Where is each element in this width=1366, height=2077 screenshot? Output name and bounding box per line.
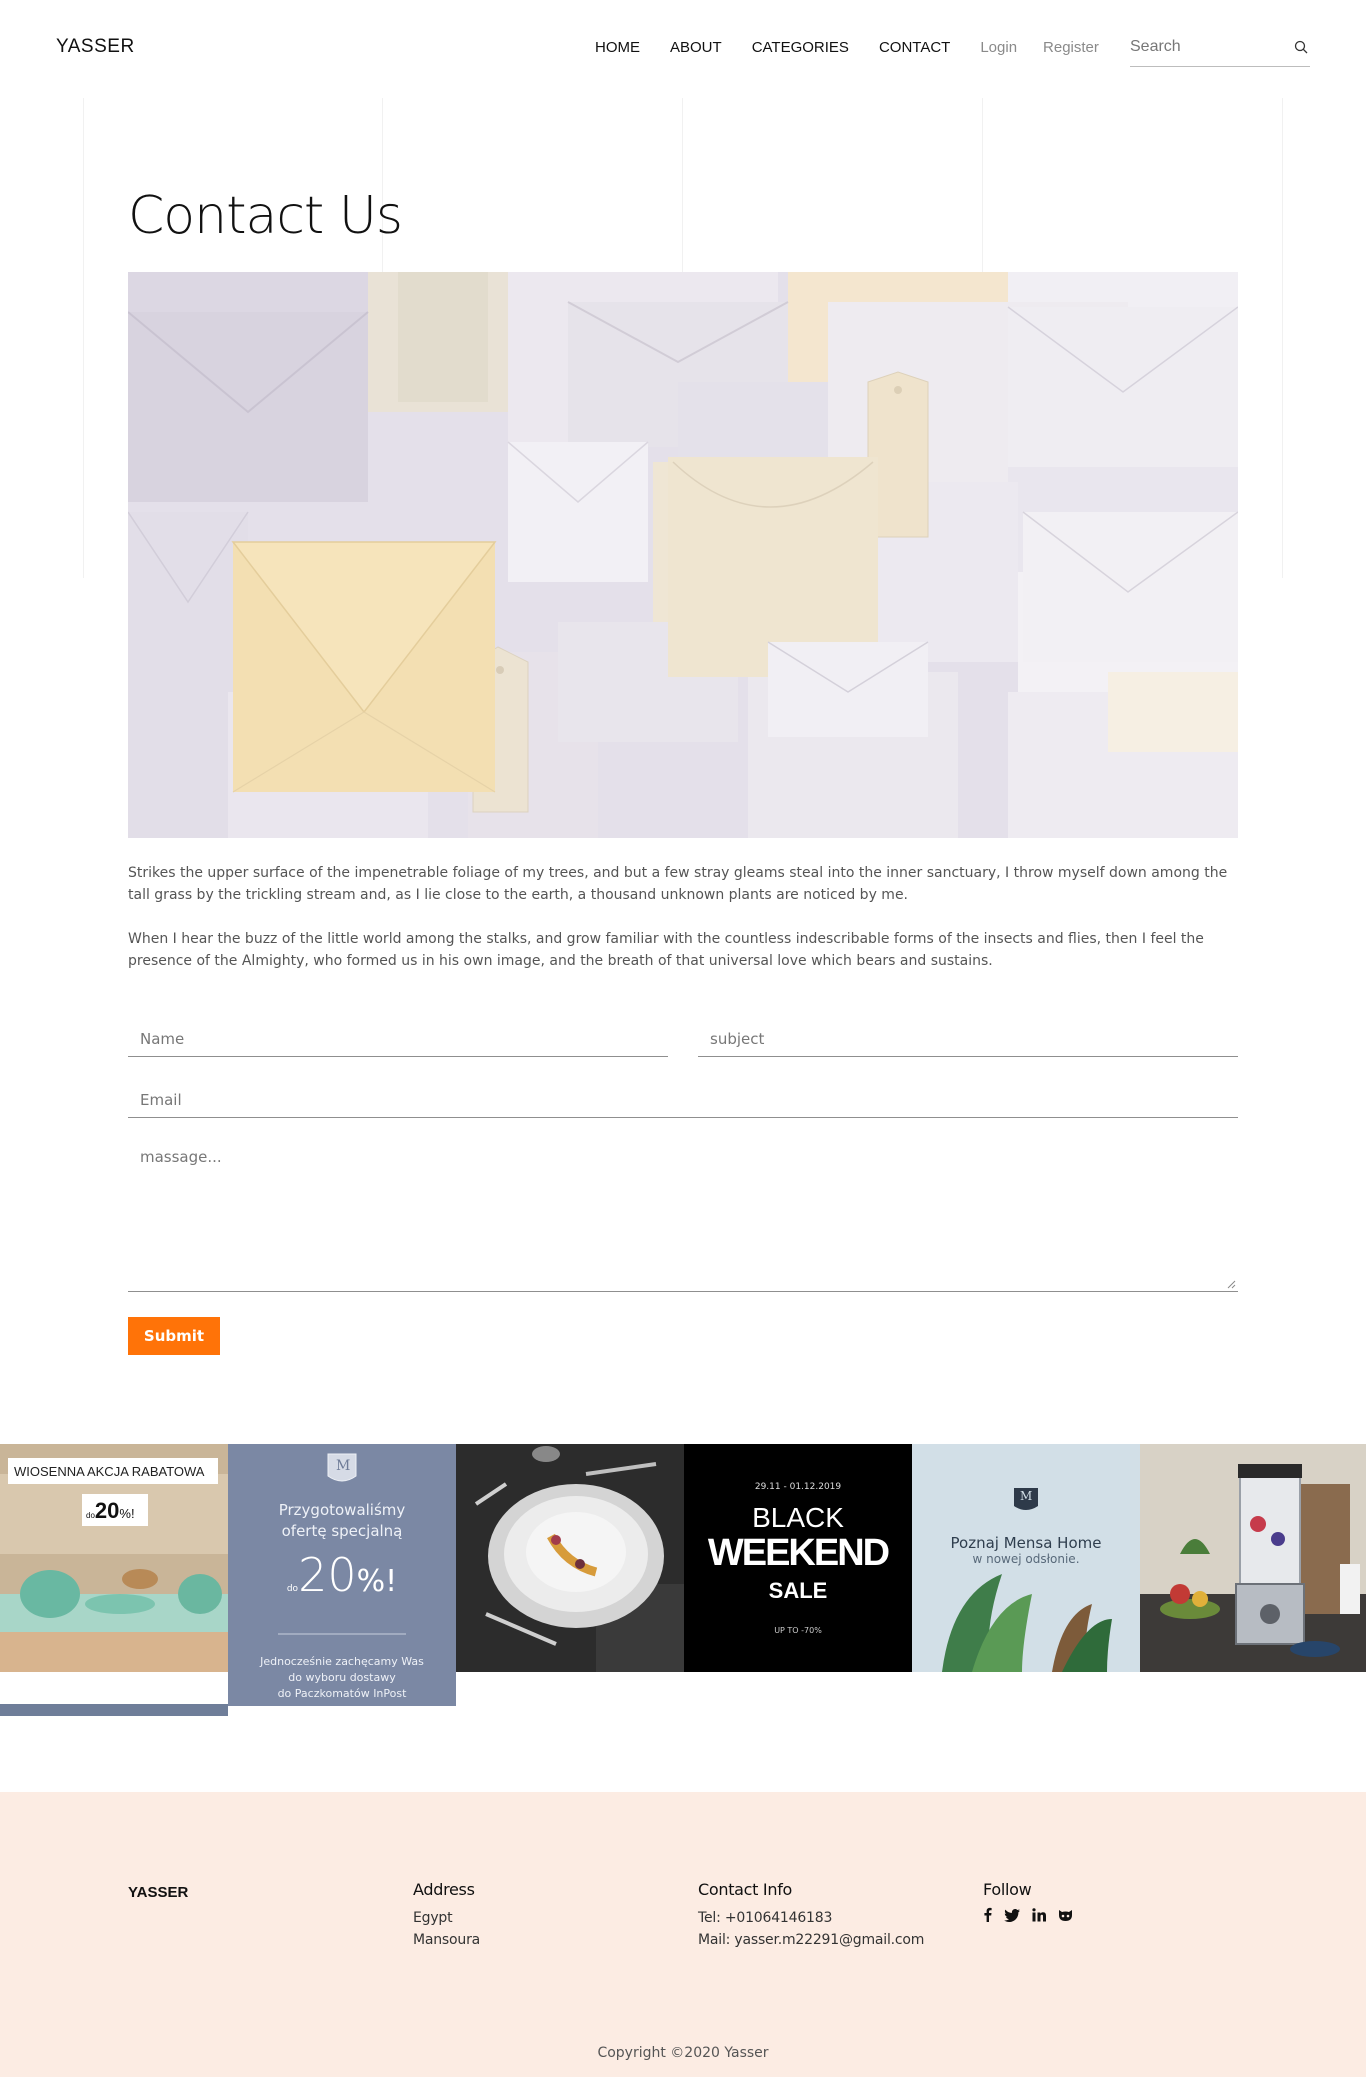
promo-black-title: BLACK [752,1502,844,1533]
promo-tile-tableware[interactable] [456,1444,684,1672]
email-field [128,1083,1238,1118]
message-field [128,1136,1238,1292]
footer-follow: Follow [983,1880,1073,1926]
promo-mensa-line1: Poznaj Mensa Home [950,1534,1102,1552]
promo-spring-badge-suffix: %! [119,1506,135,1521]
main-nav: HOME ABOUT CATEGORIES CONTACT Login Regi… [595,39,1125,56]
hero-image [128,272,1238,838]
page-title: Contact Us [128,186,403,246]
promo-weekend-title: WEEKEND [707,1532,890,1574]
promo-offer-discount: do20%! [228,1548,456,1602]
promo-tile-spring-sale[interactable]: WIOSENNA AKCJA RABATOWA do20%! [0,1444,228,1716]
promo-tile-black-weekend[interactable]: 29.11 - 01.12.2019 BLACK WEEKEND SALE UP… [684,1444,912,1672]
search-icon[interactable] [1294,40,1308,54]
site-header: YASSER HOME ABOUT CATEGORIES CONTACT Log… [0,0,1366,98]
promo-offer-small2: do wyboru dostawy [288,1671,396,1684]
subject-field [698,1022,1238,1057]
promo-offer-suffix: %! [356,1564,398,1599]
footer-address-heading: Address [413,1880,475,1899]
nav-login[interactable]: Login [980,39,1017,56]
github-icon[interactable] [1058,1907,1073,1926]
promo-offer-prefix: do [286,1584,299,1594]
promo-spring-headline: WIOSENNA AKCJA RABATOWA [14,1464,205,1479]
promo-offer-small3: do Paczkomatów InPost [277,1687,407,1700]
promo-tile-tableware-art [456,1444,684,1672]
promo-tile-special-offer[interactable]: M Przygotowaliśmy ofertę specjalną do20%… [228,1444,456,1706]
promo-tile-blender-art [1140,1444,1366,1672]
nav-categories[interactable]: CATEGORIES [752,39,849,56]
promo-tile-spring-art [0,1444,228,1716]
promo-offer-small1: Jednocześnie zachęcamy Was [260,1655,424,1668]
nav-about[interactable]: ABOUT [670,39,722,56]
subject-input[interactable] [698,1022,1238,1056]
promo-black-dates: 29.11 - 01.12.2019 [754,1482,842,1492]
name-field [128,1022,668,1057]
twitter-icon[interactable] [1004,1907,1020,1926]
footer-contact-mail[interactable]: Mail: yasser.m22291@gmail.com [698,1929,924,1951]
promo-spring-badge-prefix: do [86,1511,95,1520]
promo-offer-logo: M [336,1458,351,1474]
footer-contact-heading: Contact Info [698,1880,793,1899]
nav-register[interactable]: Register [1043,39,1099,56]
promo-mensa-logo: M [1020,1489,1033,1503]
footer-contact-tel: Tel: +01064146183 [698,1910,833,1926]
name-input[interactable] [128,1022,668,1056]
footer-brand: YASSER [128,1884,189,1901]
footer-contact-info: Contact Info Tel: +01064146183 Mail: yas… [698,1880,924,1951]
promo-mensa-line2: w nowej odsłonie. [972,1552,1080,1566]
email-input[interactable] [128,1083,1238,1117]
brand-logo[interactable]: YASSER [56,36,135,58]
search-box [1130,30,1310,67]
promo-spring-badge: do20%! [86,1498,135,1524]
grid-line [1282,98,1283,578]
second-paragraph: When I hear the buzz of the little world… [128,931,1204,969]
facebook-icon[interactable] [983,1907,992,1926]
promo-upto: UP TO -70% [774,1626,822,1635]
footer-address-line2: Mansoura [413,1932,480,1948]
resize-handle-icon[interactable] [1227,1280,1236,1289]
copyright-text: Copyright ©2020 Yasser [597,2045,769,2061]
linkedin-icon[interactable] [1032,1907,1046,1926]
intro-paragraph: Strikes the upper surface of the impenet… [128,865,1228,903]
submit-button[interactable]: Submit [128,1317,220,1355]
social-links [983,1907,1073,1926]
grid-line [83,98,84,578]
promo-offer-value: 20 [298,1548,357,1602]
envelopes-illustration [128,272,1238,838]
promo-spring-badge-value: 20 [94,1498,120,1523]
promo-offer-line1: Przygotowaliśmy [278,1501,406,1519]
nav-contact[interactable]: CONTACT [879,39,950,56]
promo-sale-title: SALE [768,1578,828,1603]
footer-address: Address Egypt Mansoura [413,1880,480,1951]
nav-home[interactable]: HOME [595,39,640,56]
promo-tile-mensa-home[interactable]: M Poznaj Mensa Home w nowej odsłonie. [912,1444,1140,1672]
footer-follow-heading: Follow [983,1880,1032,1899]
promo-offer-line2: ofertę specjalną [281,1522,403,1540]
message-textarea[interactable] [128,1136,1238,1286]
search-input[interactable] [1130,30,1280,64]
footer-address-line1: Egypt [413,1910,453,1926]
promo-tile-blender[interactable] [1140,1444,1366,1672]
site-footer: YASSER Address Egypt Mansoura Contact In… [0,1792,1366,2077]
